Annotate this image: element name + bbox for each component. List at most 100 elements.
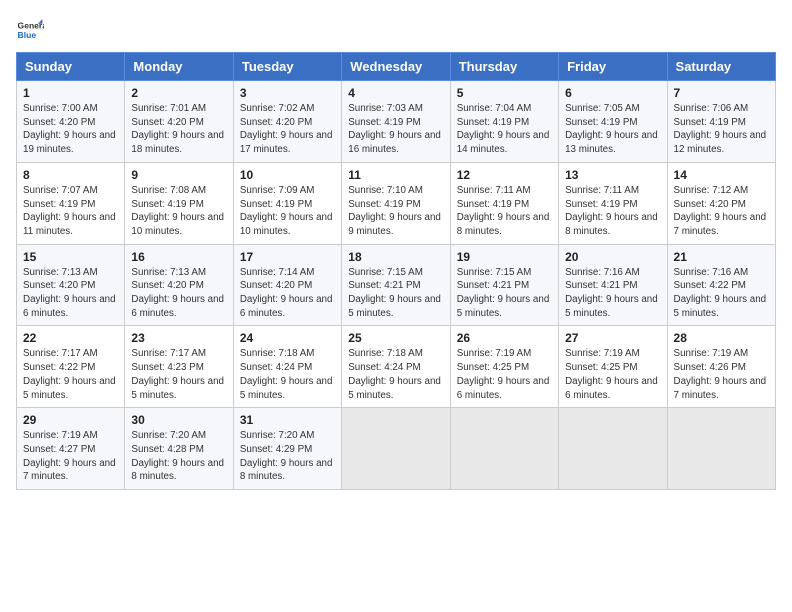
day-cell: 1 Sunrise: 7:00 AMSunset: 4:20 PMDayligh… bbox=[17, 81, 125, 163]
day-number: 15 bbox=[23, 250, 118, 264]
day-cell: 16 Sunrise: 7:13 AMSunset: 4:20 PMDaylig… bbox=[125, 244, 233, 326]
day-number: 16 bbox=[131, 250, 226, 264]
day-number: 11 bbox=[348, 168, 443, 182]
day-cell: 31 Sunrise: 7:20 AMSunset: 4:29 PMDaylig… bbox=[233, 408, 341, 490]
day-cell: 12 Sunrise: 7:11 AMSunset: 4:19 PMDaylig… bbox=[450, 162, 558, 244]
day-number: 29 bbox=[23, 413, 118, 427]
day-detail: Sunrise: 7:10 AMSunset: 4:19 PMDaylight:… bbox=[348, 185, 441, 237]
day-number: 19 bbox=[457, 250, 552, 264]
logo-icon: General Blue bbox=[16, 16, 44, 44]
header-wednesday: Wednesday bbox=[342, 53, 450, 81]
day-cell bbox=[450, 408, 558, 490]
day-cell: 30 Sunrise: 7:20 AMSunset: 4:28 PMDaylig… bbox=[125, 408, 233, 490]
day-number: 7 bbox=[674, 86, 769, 100]
day-number: 10 bbox=[240, 168, 335, 182]
day-cell: 7 Sunrise: 7:06 AMSunset: 4:19 PMDayligh… bbox=[667, 81, 775, 163]
day-detail: Sunrise: 7:13 AMSunset: 4:20 PMDaylight:… bbox=[131, 267, 224, 319]
header-sunday: Sunday bbox=[17, 53, 125, 81]
day-number: 9 bbox=[131, 168, 226, 182]
day-detail: Sunrise: 7:14 AMSunset: 4:20 PMDaylight:… bbox=[240, 267, 333, 319]
day-detail: Sunrise: 7:12 AMSunset: 4:20 PMDaylight:… bbox=[674, 185, 767, 237]
day-cell: 11 Sunrise: 7:10 AMSunset: 4:19 PMDaylig… bbox=[342, 162, 450, 244]
day-detail: Sunrise: 7:18 AMSunset: 4:24 PMDaylight:… bbox=[348, 348, 441, 400]
week-row-1: 1 Sunrise: 7:00 AMSunset: 4:20 PMDayligh… bbox=[17, 81, 776, 163]
day-number: 4 bbox=[348, 86, 443, 100]
logo: General Blue bbox=[16, 16, 44, 44]
day-detail: Sunrise: 7:15 AMSunset: 4:21 PMDaylight:… bbox=[348, 267, 441, 319]
day-detail: Sunrise: 7:15 AMSunset: 4:21 PMDaylight:… bbox=[457, 267, 550, 319]
day-number: 20 bbox=[565, 250, 660, 264]
day-cell: 22 Sunrise: 7:17 AMSunset: 4:22 PMDaylig… bbox=[17, 326, 125, 408]
day-cell: 15 Sunrise: 7:13 AMSunset: 4:20 PMDaylig… bbox=[17, 244, 125, 326]
day-cell: 5 Sunrise: 7:04 AMSunset: 4:19 PMDayligh… bbox=[450, 81, 558, 163]
day-detail: Sunrise: 7:19 AMSunset: 4:26 PMDaylight:… bbox=[674, 348, 767, 400]
day-cell: 23 Sunrise: 7:17 AMSunset: 4:23 PMDaylig… bbox=[125, 326, 233, 408]
day-number: 25 bbox=[348, 331, 443, 345]
day-cell: 18 Sunrise: 7:15 AMSunset: 4:21 PMDaylig… bbox=[342, 244, 450, 326]
day-number: 23 bbox=[131, 331, 226, 345]
day-detail: Sunrise: 7:00 AMSunset: 4:20 PMDaylight:… bbox=[23, 103, 116, 155]
week-row-4: 22 Sunrise: 7:17 AMSunset: 4:22 PMDaylig… bbox=[17, 326, 776, 408]
day-detail: Sunrise: 7:17 AMSunset: 4:23 PMDaylight:… bbox=[131, 348, 224, 400]
day-cell: 14 Sunrise: 7:12 AMSunset: 4:20 PMDaylig… bbox=[667, 162, 775, 244]
day-cell: 21 Sunrise: 7:16 AMSunset: 4:22 PMDaylig… bbox=[667, 244, 775, 326]
day-cell: 27 Sunrise: 7:19 AMSunset: 4:25 PMDaylig… bbox=[559, 326, 667, 408]
day-detail: Sunrise: 7:13 AMSunset: 4:20 PMDaylight:… bbox=[23, 267, 116, 319]
day-cell: 24 Sunrise: 7:18 AMSunset: 4:24 PMDaylig… bbox=[233, 326, 341, 408]
page-header: General Blue bbox=[16, 16, 776, 44]
day-cell: 9 Sunrise: 7:08 AMSunset: 4:19 PMDayligh… bbox=[125, 162, 233, 244]
day-detail: Sunrise: 7:06 AMSunset: 4:19 PMDaylight:… bbox=[674, 103, 767, 155]
day-number: 14 bbox=[674, 168, 769, 182]
day-number: 26 bbox=[457, 331, 552, 345]
day-number: 30 bbox=[131, 413, 226, 427]
day-number: 24 bbox=[240, 331, 335, 345]
day-detail: Sunrise: 7:04 AMSunset: 4:19 PMDaylight:… bbox=[457, 103, 550, 155]
day-number: 2 bbox=[131, 86, 226, 100]
week-row-2: 8 Sunrise: 7:07 AMSunset: 4:19 PMDayligh… bbox=[17, 162, 776, 244]
header-monday: Monday bbox=[125, 53, 233, 81]
day-number: 6 bbox=[565, 86, 660, 100]
day-number: 12 bbox=[457, 168, 552, 182]
day-number: 31 bbox=[240, 413, 335, 427]
day-cell: 4 Sunrise: 7:03 AMSunset: 4:19 PMDayligh… bbox=[342, 81, 450, 163]
day-number: 13 bbox=[565, 168, 660, 182]
day-cell: 28 Sunrise: 7:19 AMSunset: 4:26 PMDaylig… bbox=[667, 326, 775, 408]
day-cell bbox=[342, 408, 450, 490]
day-number: 21 bbox=[674, 250, 769, 264]
day-cell bbox=[559, 408, 667, 490]
day-cell: 25 Sunrise: 7:18 AMSunset: 4:24 PMDaylig… bbox=[342, 326, 450, 408]
day-cell: 17 Sunrise: 7:14 AMSunset: 4:20 PMDaylig… bbox=[233, 244, 341, 326]
day-detail: Sunrise: 7:03 AMSunset: 4:19 PMDaylight:… bbox=[348, 103, 441, 155]
header-thursday: Thursday bbox=[450, 53, 558, 81]
day-detail: Sunrise: 7:20 AMSunset: 4:29 PMDaylight:… bbox=[240, 430, 333, 482]
day-detail: Sunrise: 7:01 AMSunset: 4:20 PMDaylight:… bbox=[131, 103, 224, 155]
day-detail: Sunrise: 7:17 AMSunset: 4:22 PMDaylight:… bbox=[23, 348, 116, 400]
header-friday: Friday bbox=[559, 53, 667, 81]
day-detail: Sunrise: 7:11 AMSunset: 4:19 PMDaylight:… bbox=[457, 185, 550, 237]
day-cell: 2 Sunrise: 7:01 AMSunset: 4:20 PMDayligh… bbox=[125, 81, 233, 163]
day-number: 8 bbox=[23, 168, 118, 182]
day-cell: 29 Sunrise: 7:19 AMSunset: 4:27 PMDaylig… bbox=[17, 408, 125, 490]
day-detail: Sunrise: 7:19 AMSunset: 4:25 PMDaylight:… bbox=[565, 348, 658, 400]
day-detail: Sunrise: 7:20 AMSunset: 4:28 PMDaylight:… bbox=[131, 430, 224, 482]
day-cell: 13 Sunrise: 7:11 AMSunset: 4:19 PMDaylig… bbox=[559, 162, 667, 244]
day-number: 28 bbox=[674, 331, 769, 345]
day-cell bbox=[667, 408, 775, 490]
day-cell: 6 Sunrise: 7:05 AMSunset: 4:19 PMDayligh… bbox=[559, 81, 667, 163]
day-detail: Sunrise: 7:18 AMSunset: 4:24 PMDaylight:… bbox=[240, 348, 333, 400]
day-cell: 19 Sunrise: 7:15 AMSunset: 4:21 PMDaylig… bbox=[450, 244, 558, 326]
day-detail: Sunrise: 7:19 AMSunset: 4:25 PMDaylight:… bbox=[457, 348, 550, 400]
day-number: 22 bbox=[23, 331, 118, 345]
header-tuesday: Tuesday bbox=[233, 53, 341, 81]
day-cell: 8 Sunrise: 7:07 AMSunset: 4:19 PMDayligh… bbox=[17, 162, 125, 244]
day-detail: Sunrise: 7:08 AMSunset: 4:19 PMDaylight:… bbox=[131, 185, 224, 237]
header-saturday: Saturday bbox=[667, 53, 775, 81]
day-cell: 26 Sunrise: 7:19 AMSunset: 4:25 PMDaylig… bbox=[450, 326, 558, 408]
svg-text:Blue: Blue bbox=[18, 30, 37, 40]
day-number: 17 bbox=[240, 250, 335, 264]
day-number: 18 bbox=[348, 250, 443, 264]
week-row-5: 29 Sunrise: 7:19 AMSunset: 4:27 PMDaylig… bbox=[17, 408, 776, 490]
week-row-3: 15 Sunrise: 7:13 AMSunset: 4:20 PMDaylig… bbox=[17, 244, 776, 326]
day-cell: 20 Sunrise: 7:16 AMSunset: 4:21 PMDaylig… bbox=[559, 244, 667, 326]
day-detail: Sunrise: 7:19 AMSunset: 4:27 PMDaylight:… bbox=[23, 430, 116, 482]
